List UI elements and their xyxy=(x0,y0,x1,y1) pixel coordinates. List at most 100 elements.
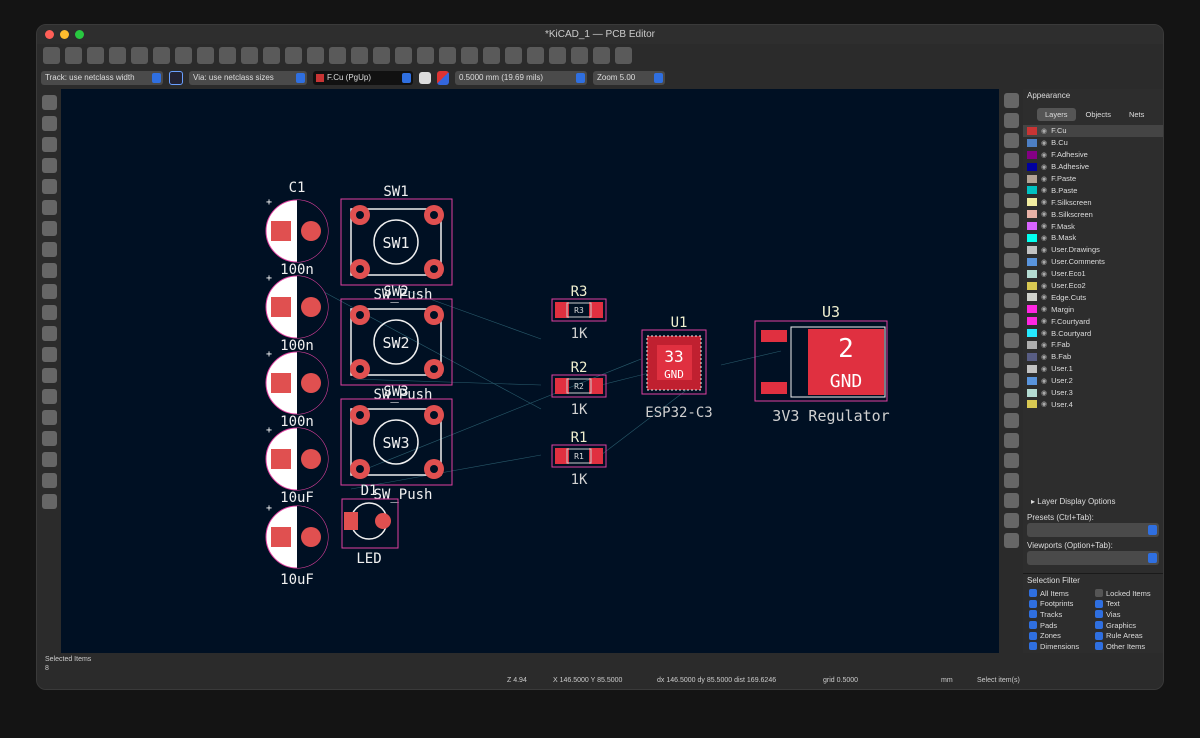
filter-checkbox[interactable]: Pads xyxy=(1029,620,1095,631)
eye-icon[interactable]: ◉ xyxy=(1041,317,1047,325)
checkbox-icon[interactable] xyxy=(1029,631,1037,640)
zone-fill-icon[interactable] xyxy=(41,326,57,341)
eye-icon[interactable]: ◉ xyxy=(1041,198,1047,206)
filter-checkbox[interactable]: Graphics xyxy=(1095,620,1161,631)
layer-row[interactable]: ◉ B.Cu xyxy=(1023,137,1163,149)
scripting-icon[interactable] xyxy=(571,47,588,64)
layer-row[interactable]: ◉ User.3 xyxy=(1023,387,1163,399)
drc-icon[interactable] xyxy=(549,47,566,64)
eye-icon[interactable]: ◉ xyxy=(1041,222,1047,230)
eye-icon[interactable]: ◉ xyxy=(1041,341,1047,349)
tune-length-icon[interactable] xyxy=(1003,193,1019,208)
filter-checkbox[interactable]: Text xyxy=(1095,599,1161,610)
layer-row[interactable]: ◉ F.Adhesive xyxy=(1023,149,1163,161)
eye-icon[interactable]: ◉ xyxy=(1041,329,1047,337)
polar-grid-icon[interactable] xyxy=(41,116,57,131)
filter-checkbox[interactable]: Dimensions xyxy=(1029,641,1095,652)
layer-pair-icon[interactable] xyxy=(419,72,431,84)
layer-color-swatch[interactable] xyxy=(1027,126,1037,135)
eye-icon[interactable]: ◉ xyxy=(1041,234,1047,242)
eye-icon[interactable]: ◉ xyxy=(1041,258,1047,266)
layer-row[interactable]: ◉ B.Fab xyxy=(1023,351,1163,363)
high-contrast-icon[interactable] xyxy=(41,368,57,383)
route-track-icon[interactable] xyxy=(1003,153,1019,168)
filter-checkbox[interactable]: Rule Areas xyxy=(1095,630,1161,641)
draw-arc-icon[interactable] xyxy=(1003,293,1019,308)
layer-row[interactable]: ◉ F.Paste xyxy=(1023,173,1163,185)
layer-color-swatch[interactable] xyxy=(1027,245,1037,254)
layer-row[interactable]: ◉ User.2 xyxy=(1023,375,1163,387)
layer-color-swatch[interactable] xyxy=(1027,257,1037,266)
minimize-button[interactable] xyxy=(60,30,69,39)
presets-select[interactable] xyxy=(1027,523,1159,537)
eye-icon[interactable]: ◉ xyxy=(1041,305,1047,313)
filter-checkbox[interactable]: Tracks xyxy=(1029,609,1095,620)
cursor-icon[interactable] xyxy=(41,221,57,236)
layer-row[interactable]: ◉ F.Cu xyxy=(1023,125,1163,137)
save-icon[interactable] xyxy=(43,47,60,64)
eye-icon[interactable]: ◉ xyxy=(1041,365,1047,373)
layer-color-swatch[interactable] xyxy=(1027,198,1037,207)
inch-units-icon[interactable] xyxy=(41,158,57,173)
show-ratsnest-icon[interactable] xyxy=(41,263,57,278)
layer-row[interactable]: ◉ B.Silkscreen xyxy=(1023,208,1163,220)
layer-color-swatch[interactable] xyxy=(1027,281,1037,290)
eye-icon[interactable]: ◉ xyxy=(1041,270,1047,278)
footprint-u1[interactable]: 33 GND U1 ESP32-C3 xyxy=(641,315,713,421)
layer-row[interactable]: ◉ B.Courtyard xyxy=(1023,327,1163,339)
redo-icon[interactable] xyxy=(175,47,192,64)
layer-row[interactable]: ◉ User.Comments xyxy=(1023,256,1163,268)
eye-icon[interactable]: ◉ xyxy=(1041,353,1047,361)
add-table-icon[interactable] xyxy=(1003,453,1019,468)
local-ratsnest-icon[interactable] xyxy=(41,242,57,257)
eye-icon[interactable]: ◉ xyxy=(1041,377,1047,385)
layer-color-swatch[interactable] xyxy=(1027,186,1037,195)
layer-color-swatch[interactable] xyxy=(1027,364,1037,373)
layer-row[interactable]: ◉ B.Mask xyxy=(1023,232,1163,244)
add-dimension-icon[interactable] xyxy=(1003,473,1019,488)
layer-color-swatch[interactable] xyxy=(1027,340,1037,349)
layer-color-swatch[interactable] xyxy=(1027,329,1037,338)
filter-checkbox[interactable]: Locked Items xyxy=(1095,588,1161,599)
layer-row[interactable]: ◉ User.Eco2 xyxy=(1023,280,1163,292)
checkbox-icon[interactable] xyxy=(1095,642,1103,651)
add-textbox-icon[interactable] xyxy=(1003,433,1019,448)
add-text-icon[interactable] xyxy=(1003,413,1019,428)
eye-icon[interactable]: ◉ xyxy=(1041,293,1047,301)
layer-color-swatch[interactable] xyxy=(1027,138,1037,147)
add-rule-area-icon[interactable] xyxy=(1003,253,1019,268)
filter-checkbox[interactable]: Zones xyxy=(1029,630,1095,641)
layer-row[interactable]: ◉ User.Drawings xyxy=(1023,244,1163,256)
rotate-ccw-icon[interactable] xyxy=(373,47,390,64)
zoom-objects-icon[interactable] xyxy=(307,47,324,64)
auto-width-icon[interactable] xyxy=(169,71,183,85)
viewports-select[interactable] xyxy=(1027,551,1159,565)
layer-color-swatch[interactable] xyxy=(1027,400,1037,409)
3d-viewer-icon[interactable] xyxy=(615,47,632,64)
footprint-capacitor[interactable]: +100n xyxy=(265,273,329,354)
eye-icon[interactable]: ◉ xyxy=(1041,186,1047,194)
draw-bezier-icon[interactable] xyxy=(1003,373,1019,388)
layer-pair-swatch-icon[interactable] xyxy=(437,71,449,85)
layer-row[interactable]: ◉ B.Adhesive xyxy=(1023,161,1163,173)
footprint-u3[interactable]: 2 GND U3 3V3 Regulator xyxy=(754,303,890,425)
eye-icon[interactable]: ◉ xyxy=(1041,389,1047,397)
ratsnest-icon[interactable] xyxy=(41,137,57,152)
via-size-select[interactable]: Via: use netclass sizes xyxy=(189,71,307,85)
layer-row[interactable]: ◉ F.Fab xyxy=(1023,339,1163,351)
layer-display-options[interactable]: ▸ Layer Display Options xyxy=(1031,497,1116,506)
zoom-button[interactable] xyxy=(75,30,84,39)
unlock-icon[interactable] xyxy=(505,47,522,64)
eye-icon[interactable]: ◉ xyxy=(1041,175,1047,183)
grid-icon[interactable] xyxy=(41,95,57,110)
layer-row[interactable]: ◉ Edge.Cuts xyxy=(1023,291,1163,303)
eye-icon[interactable]: ◉ xyxy=(1041,282,1047,290)
footprint-r3[interactable]: R3 R3 1K xyxy=(551,284,607,342)
layer-color-swatch[interactable] xyxy=(1027,162,1037,171)
tab-objects[interactable]: Objects xyxy=(1078,108,1119,121)
layer-row[interactable]: ◉ F.Courtyard xyxy=(1023,315,1163,327)
add-via-icon[interactable] xyxy=(1003,213,1019,228)
layer-color-swatch[interactable] xyxy=(1027,293,1037,302)
mirror-icon[interactable] xyxy=(417,47,434,64)
local-ratsnest-icon[interactable] xyxy=(1003,113,1019,128)
